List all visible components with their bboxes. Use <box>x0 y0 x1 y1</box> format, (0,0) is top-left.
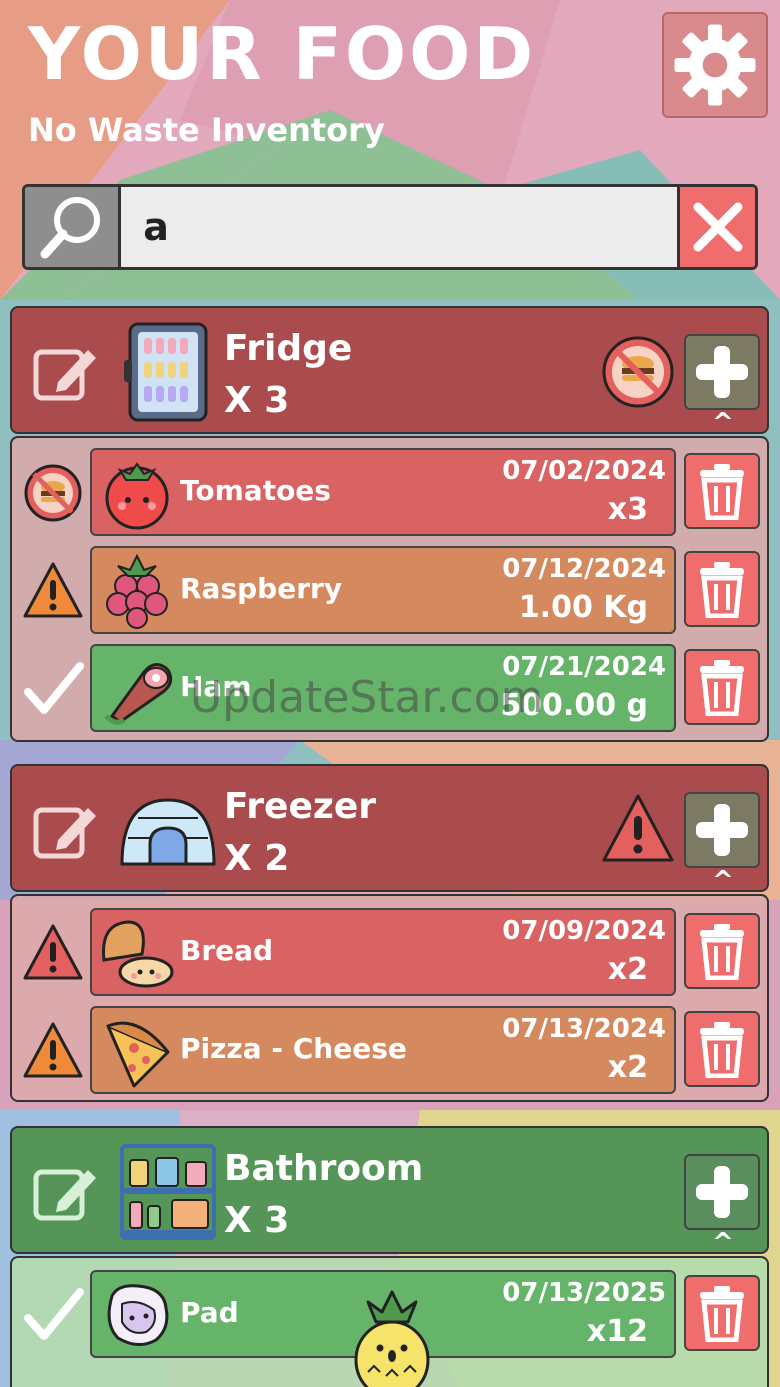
bread-icon <box>102 920 174 988</box>
delete-button[interactable] <box>684 649 760 725</box>
app-subtitle: No Waste Inventory <box>28 111 385 149</box>
gear-icon <box>674 24 756 106</box>
item-name: Tomatoes <box>180 474 331 507</box>
section-count: X 3 <box>224 1200 290 1241</box>
list-item: Pizza - Cheese 07/13/2024 x2 <box>12 1006 767 1094</box>
trash-icon <box>700 1286 744 1342</box>
trash-icon <box>700 1022 744 1078</box>
edit-icon[interactable] <box>32 342 100 402</box>
warning-icon <box>23 924 83 980</box>
item-card[interactable]: Raspberry 07/12/2024 1.00 Kg <box>90 546 676 634</box>
item-name: Raspberry <box>180 572 343 605</box>
item-quantity: x2 <box>607 1050 648 1085</box>
delete-button[interactable] <box>684 913 760 989</box>
item-quantity: x12 <box>586 1314 648 1349</box>
list-item: Bread 07/09/2024 x2 <box>12 908 767 996</box>
magnifier-icon <box>40 197 100 259</box>
collapse-toggle[interactable]: ^ <box>712 1228 734 1258</box>
item-card[interactable]: Tomatoes 07/02/2024 x3 <box>90 448 676 536</box>
item-name: Bread <box>180 934 274 967</box>
item-card[interactable]: Pizza - Cheese 07/13/2024 x2 <box>90 1006 676 1094</box>
search-button[interactable] <box>25 187 122 267</box>
section-header-freezer[interactable]: Freezer X 2 ^ <box>10 764 769 896</box>
delete-button[interactable] <box>684 551 760 627</box>
pad-icon <box>107 1284 169 1346</box>
x-icon <box>693 202 743 252</box>
search-bar <box>22 184 758 270</box>
list-item: Tomatoes 07/02/2024 x3 <box>12 448 767 536</box>
raspberry-icon <box>106 553 168 629</box>
ham-icon <box>104 663 173 725</box>
item-date: 07/13/2024 <box>502 1014 666 1044</box>
check-icon <box>24 1288 84 1340</box>
clear-search-button[interactable] <box>677 187 755 267</box>
section-name: Freezer <box>224 786 376 827</box>
trash-icon <box>700 924 744 980</box>
warning-icon <box>23 1022 83 1078</box>
item-quantity: 1.00 Kg <box>518 590 648 625</box>
items-panel-freezer: Bread 07/09/2024 x2 Pizza - Cheese 07/13… <box>10 894 769 1102</box>
edit-icon[interactable] <box>32 1162 100 1222</box>
item-date: 07/12/2024 <box>502 554 666 584</box>
section-name: Fridge <box>224 328 353 369</box>
item-card[interactable]: Bread 07/09/2024 x2 <box>90 908 676 996</box>
watermark: UpdateStar.com <box>190 672 544 723</box>
add-item-button[interactable] <box>684 334 760 410</box>
item-name: Pizza - Cheese <box>180 1032 407 1065</box>
item-quantity: x2 <box>607 952 648 987</box>
no-food-icon <box>24 464 82 522</box>
item-quantity: x3 <box>607 492 648 527</box>
plus-icon <box>696 346 748 398</box>
fridge-icon <box>124 322 208 422</box>
search-input[interactable] <box>121 187 678 267</box>
trash-icon <box>700 562 744 618</box>
list-item: Raspberry 07/12/2024 1.00 Kg <box>12 546 767 634</box>
item-date: 07/09/2024 <box>502 916 666 946</box>
warning-icon <box>23 562 83 618</box>
section-count: X 2 <box>224 838 290 879</box>
pineapple-mascot-icon <box>354 1290 430 1387</box>
item-date: 07/02/2024 <box>502 456 666 486</box>
delete-button[interactable] <box>684 1011 760 1087</box>
trash-icon <box>700 464 744 520</box>
igloo-icon <box>120 798 216 866</box>
item-date: 07/13/2025 <box>502 1278 666 1308</box>
warning-icon <box>602 794 674 862</box>
plus-icon <box>696 1166 748 1218</box>
plus-icon <box>696 804 748 856</box>
settings-button[interactable] <box>662 12 768 118</box>
pizza-icon <box>106 1021 170 1088</box>
section-header-fridge[interactable]: Fridge X 3 ^ <box>10 306 769 438</box>
section-name: Bathroom <box>224 1148 424 1189</box>
add-item-button[interactable] <box>684 1154 760 1230</box>
collapse-toggle[interactable]: ^ <box>712 408 734 438</box>
item-name: Pad <box>180 1296 239 1329</box>
collapse-toggle[interactable]: ^ <box>712 866 734 896</box>
edit-icon[interactable] <box>32 800 100 860</box>
check-icon <box>24 662 84 714</box>
no-food-icon <box>602 336 674 408</box>
tomato-icon <box>105 462 169 530</box>
section-header-bathroom[interactable]: Bathroom X 3 ^ <box>10 1126 769 1258</box>
section-count: X 3 <box>224 380 290 421</box>
app-title: YOUR FOOD <box>28 12 537 96</box>
delete-button[interactable] <box>684 1275 760 1351</box>
delete-button[interactable] <box>684 453 760 529</box>
shelf-icon <box>120 1144 216 1240</box>
trash-icon <box>700 660 744 716</box>
add-item-button[interactable] <box>684 792 760 868</box>
